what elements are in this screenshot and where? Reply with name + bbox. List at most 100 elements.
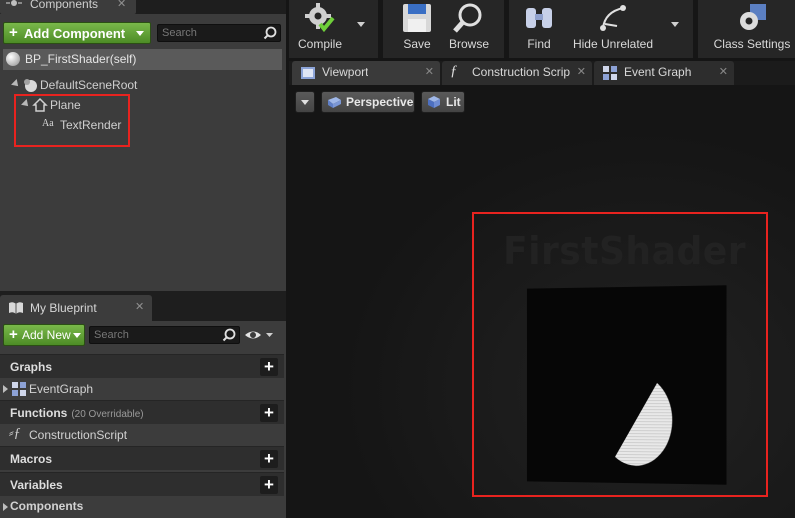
my-blueprint-tab[interactable]: My Blueprint ✕: [0, 295, 152, 321]
toolbar-separator: [504, 0, 509, 58]
static-mesh-icon: [32, 97, 48, 112]
close-icon[interactable]: ✕: [719, 65, 728, 78]
save-icon: [403, 4, 431, 32]
left-panel: Components ✕ + Add Component BP_FirstSha…: [0, 0, 286, 518]
components-tab[interactable]: Components ✕: [0, 0, 136, 14]
tab-label: Viewport: [322, 65, 369, 79]
components-icon: [6, 0, 22, 6]
tree-item-label: Plane: [50, 98, 81, 112]
add-function-button[interactable]: +: [260, 404, 278, 422]
plus-icon: +: [9, 326, 18, 343]
tab-label: Event Graph: [624, 65, 692, 79]
browse-label: Browse: [448, 37, 489, 51]
expand-arrow-icon[interactable]: [21, 99, 31, 109]
tab-label: Construction Scrip: [472, 65, 571, 79]
expand-arrow-icon[interactable]: [3, 385, 8, 393]
tree-item-label: TextRender: [60, 118, 122, 132]
components-search[interactable]: [157, 24, 281, 42]
hide-unrelated-dropdown[interactable]: [671, 22, 679, 27]
list-item-label: EventGraph: [29, 382, 94, 396]
scene-root-icon: [24, 79, 37, 92]
highlight-box-viewport: [472, 212, 768, 497]
tab-event-graph[interactable]: Event Graph ✕: [594, 61, 734, 85]
compile-label: Compile: [297, 37, 342, 51]
plus-icon: +: [9, 24, 18, 41]
hide-unrelated-icon: [600, 5, 626, 31]
blueprint-self-row[interactable]: BP_FirstShader(self): [3, 49, 282, 70]
binoculars-icon: [526, 8, 552, 28]
section-graphs[interactable]: Graphs +: [0, 354, 284, 378]
add-component-button[interactable]: + Add Component: [3, 22, 151, 44]
my-blueprint-search[interactable]: [89, 326, 240, 344]
class-settings-button[interactable]: Class Settings: [709, 0, 795, 58]
lit-cube-icon: [428, 96, 440, 108]
section-functions-label: Functions (20 Overridable): [10, 406, 144, 420]
self-label: BP_FirstShader(self): [25, 52, 137, 66]
find-button[interactable]: Find: [517, 0, 561, 58]
browse-button[interactable]: Browse: [443, 0, 495, 58]
chevron-down-icon: [301, 100, 309, 105]
compile-gear-icon: [305, 3, 335, 33]
section-macros-label: Macros: [10, 452, 53, 466]
close-icon[interactable]: ✕: [135, 300, 144, 313]
perspective-button[interactable]: Perspective: [321, 91, 415, 113]
browse-magnifier-icon: [453, 3, 482, 33]
graph-icon: [12, 382, 26, 396]
hide-unrelated-button[interactable]: Hide Unrelated: [569, 0, 657, 58]
save-button[interactable]: Save: [391, 0, 443, 58]
add-variable-button[interactable]: +: [260, 476, 278, 494]
perspective-cube-icon: [328, 97, 341, 108]
overridable-count: (20 Overridable): [71, 409, 144, 420]
components-tab-label: Components: [30, 0, 99, 11]
class-settings-icon: [740, 4, 766, 30]
list-item-label: ConstructionScript: [29, 428, 128, 442]
toolbar: Compile Save Browse Find Hide Unrelated …: [289, 0, 795, 58]
text-render-icon: Aa: [42, 118, 54, 129]
tab-viewport[interactable]: Viewport ✕: [292, 61, 440, 85]
list-item-construction-script[interactable]: ⸗ƒ ConstructionScript: [0, 424, 284, 446]
search-icon[interactable]: [263, 26, 277, 40]
tree-item-default-scene-root[interactable]: DefaultSceneRoot: [11, 76, 282, 94]
viewport-options-button[interactable]: [295, 91, 315, 113]
list-item-label: Components: [10, 499, 84, 513]
components-search-input[interactable]: [162, 26, 258, 40]
graph-icon: [603, 66, 617, 80]
add-new-label: Add New: [22, 328, 71, 342]
tree-item-label: DefaultSceneRoot: [40, 78, 138, 92]
search-icon[interactable]: [222, 328, 236, 342]
viewport-icon: [301, 67, 315, 79]
add-component-label: Add Component: [24, 26, 126, 41]
function-icon: ƒ: [450, 63, 458, 79]
expand-arrow-icon[interactable]: [3, 503, 8, 511]
list-item-event-graph[interactable]: EventGraph: [0, 378, 284, 400]
tree-item-plane[interactable]: Plane: [21, 96, 282, 114]
toolbar-separator: [378, 0, 383, 58]
compile-button[interactable]: Compile: [289, 0, 351, 58]
lit-button[interactable]: Lit: [421, 91, 465, 113]
toolbar-separator: [693, 0, 698, 58]
perspective-label: Perspective: [346, 95, 414, 109]
close-icon[interactable]: ✕: [577, 65, 586, 78]
add-graph-button[interactable]: +: [260, 358, 278, 376]
section-functions-title: Functions: [10, 406, 68, 420]
section-variables-label: Variables: [10, 478, 63, 492]
expand-arrow-icon[interactable]: [11, 79, 21, 89]
hide-unrelated-label: Hide Unrelated: [572, 37, 654, 51]
find-label: Find: [527, 37, 551, 51]
chevron-down-icon: [136, 31, 144, 36]
tree-item-text-render[interactable]: Aa TextRender: [42, 116, 282, 134]
list-item-components[interactable]: Components: [0, 496, 284, 518]
close-icon[interactable]: ✕: [117, 0, 126, 10]
section-variables[interactable]: Variables +: [0, 472, 284, 496]
class-settings-label: Class Settings: [713, 37, 791, 51]
add-new-button[interactable]: + Add New: [3, 324, 85, 346]
eye-icon[interactable]: [244, 327, 274, 343]
compile-options-dropdown[interactable]: [357, 22, 365, 27]
my-blueprint-search-input[interactable]: [94, 328, 217, 342]
tab-construction-script[interactable]: ƒ Construction Scrip ✕: [442, 61, 592, 85]
add-macro-button[interactable]: +: [260, 450, 278, 468]
section-macros[interactable]: Macros +: [0, 446, 284, 470]
section-functions[interactable]: Functions (20 Overridable) +: [0, 400, 284, 424]
close-icon[interactable]: ✕: [425, 65, 434, 78]
my-blueprint-tab-bar: My Blueprint ✕: [0, 291, 286, 321]
